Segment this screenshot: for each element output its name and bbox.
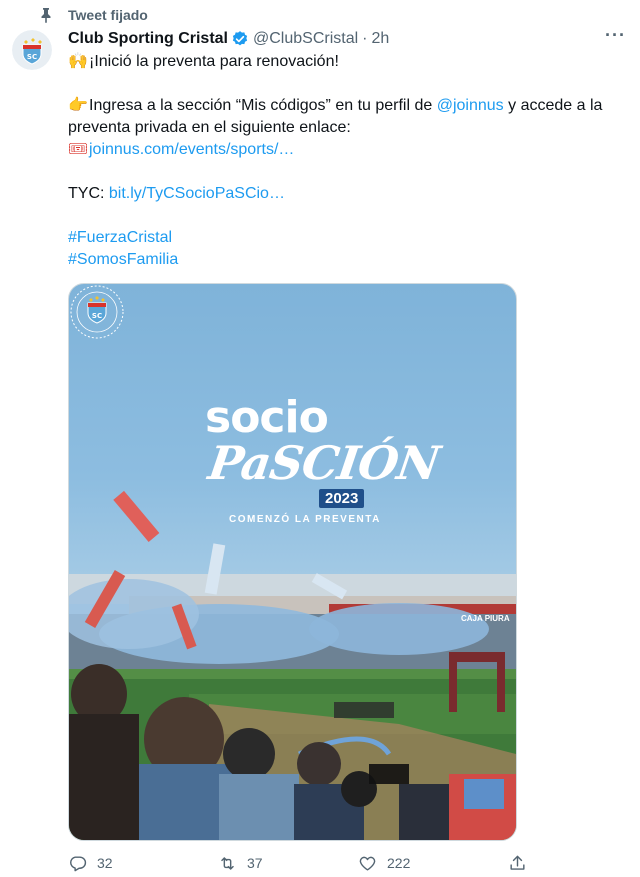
like-icon: [359, 856, 376, 871]
like-button[interactable]: 222: [358, 854, 508, 873]
share-button[interactable]: [508, 854, 527, 873]
pointing-hand-emoji: 👉: [68, 97, 88, 114]
share-icon: [510, 855, 525, 870]
svg-text:SC: SC: [27, 53, 37, 61]
line-1-text: ¡Inició la preventa para renovación!: [89, 53, 339, 70]
media-crest-icon: SC: [70, 285, 124, 339]
verified-icon: [232, 31, 248, 46]
like-count: 222: [387, 855, 411, 871]
separator-dot: ·: [362, 30, 368, 47]
pinned-label: Tweet fijado: [68, 7, 148, 23]
tweet-media-image[interactable]: SC socio PaSCIÓN 2023 COMENZÓ LA PREVENT…: [68, 283, 517, 841]
reply-button[interactable]: 32: [68, 854, 218, 873]
hashtag-fuerzacristal[interactable]: #FuerzaCristal: [68, 229, 172, 246]
line-2-prefix: Ingresa a la sección “Mis códigos” en tu…: [89, 97, 437, 114]
tyc-label: TYC:: [68, 185, 109, 202]
reply-icon: [70, 855, 87, 871]
retweet-count: 37: [247, 855, 263, 871]
club-crest-icon: SC: [12, 30, 52, 70]
ticket-emoji: 🎟: [68, 141, 89, 158]
media-title-pasion: PaSCIÓN: [205, 436, 443, 490]
timestamp[interactable]: 2h: [371, 30, 389, 48]
sponsor-banner: CAJA PIURA: [461, 614, 510, 623]
handle[interactable]: @ClubSCristal: [253, 30, 358, 48]
avatar[interactable]: SC: [12, 30, 52, 70]
display-name[interactable]: Club Sporting Cristal: [68, 30, 228, 48]
tyc-link[interactable]: bit.ly/TyCSocioPaSCio…: [109, 185, 285, 202]
media-subtitle: COMENZÓ LA PREVENTA: [229, 514, 381, 525]
svg-text:SC: SC: [92, 312, 102, 320]
media-year-badge: 2023: [319, 489, 365, 508]
stadium-scene: [69, 490, 516, 840]
tweet-header: Club Sporting Cristal @ClubSCristal · 2h…: [68, 26, 626, 50]
pin-icon: [41, 8, 51, 23]
raised-hands-emoji: 🙌: [68, 53, 88, 70]
mention-link[interactable]: @joinnus: [437, 97, 504, 114]
tweet-text: 🙌¡Inició la preventa para renovación! 👉I…: [68, 51, 630, 271]
tweet-actions: 32 37 222: [68, 852, 538, 874]
pinned-indicator: Tweet fijado: [40, 6, 148, 24]
hashtag-line-2: #SomosFamilia: [68, 249, 630, 271]
line-tyc: TYC: bit.ly/TyCSocioPaSCio…: [68, 183, 630, 205]
retweet-button[interactable]: 37: [218, 854, 358, 873]
hashtag-somosfamilia[interactable]: #SomosFamilia: [68, 251, 178, 268]
line-1: 🙌¡Inició la preventa para renovación!: [68, 51, 630, 73]
line-3: 🎟joinnus.com/events/sports/…: [68, 139, 630, 161]
more-icon[interactable]: ···: [605, 26, 626, 48]
line-2: 👉Ingresa a la sección “Mis códigos” en t…: [68, 95, 630, 139]
reply-count: 32: [97, 855, 113, 871]
hashtag-line-1: #FuerzaCristal: [68, 227, 630, 249]
event-link[interactable]: joinnus.com/events/sports/…: [89, 141, 294, 158]
retweet-icon: [221, 856, 234, 870]
